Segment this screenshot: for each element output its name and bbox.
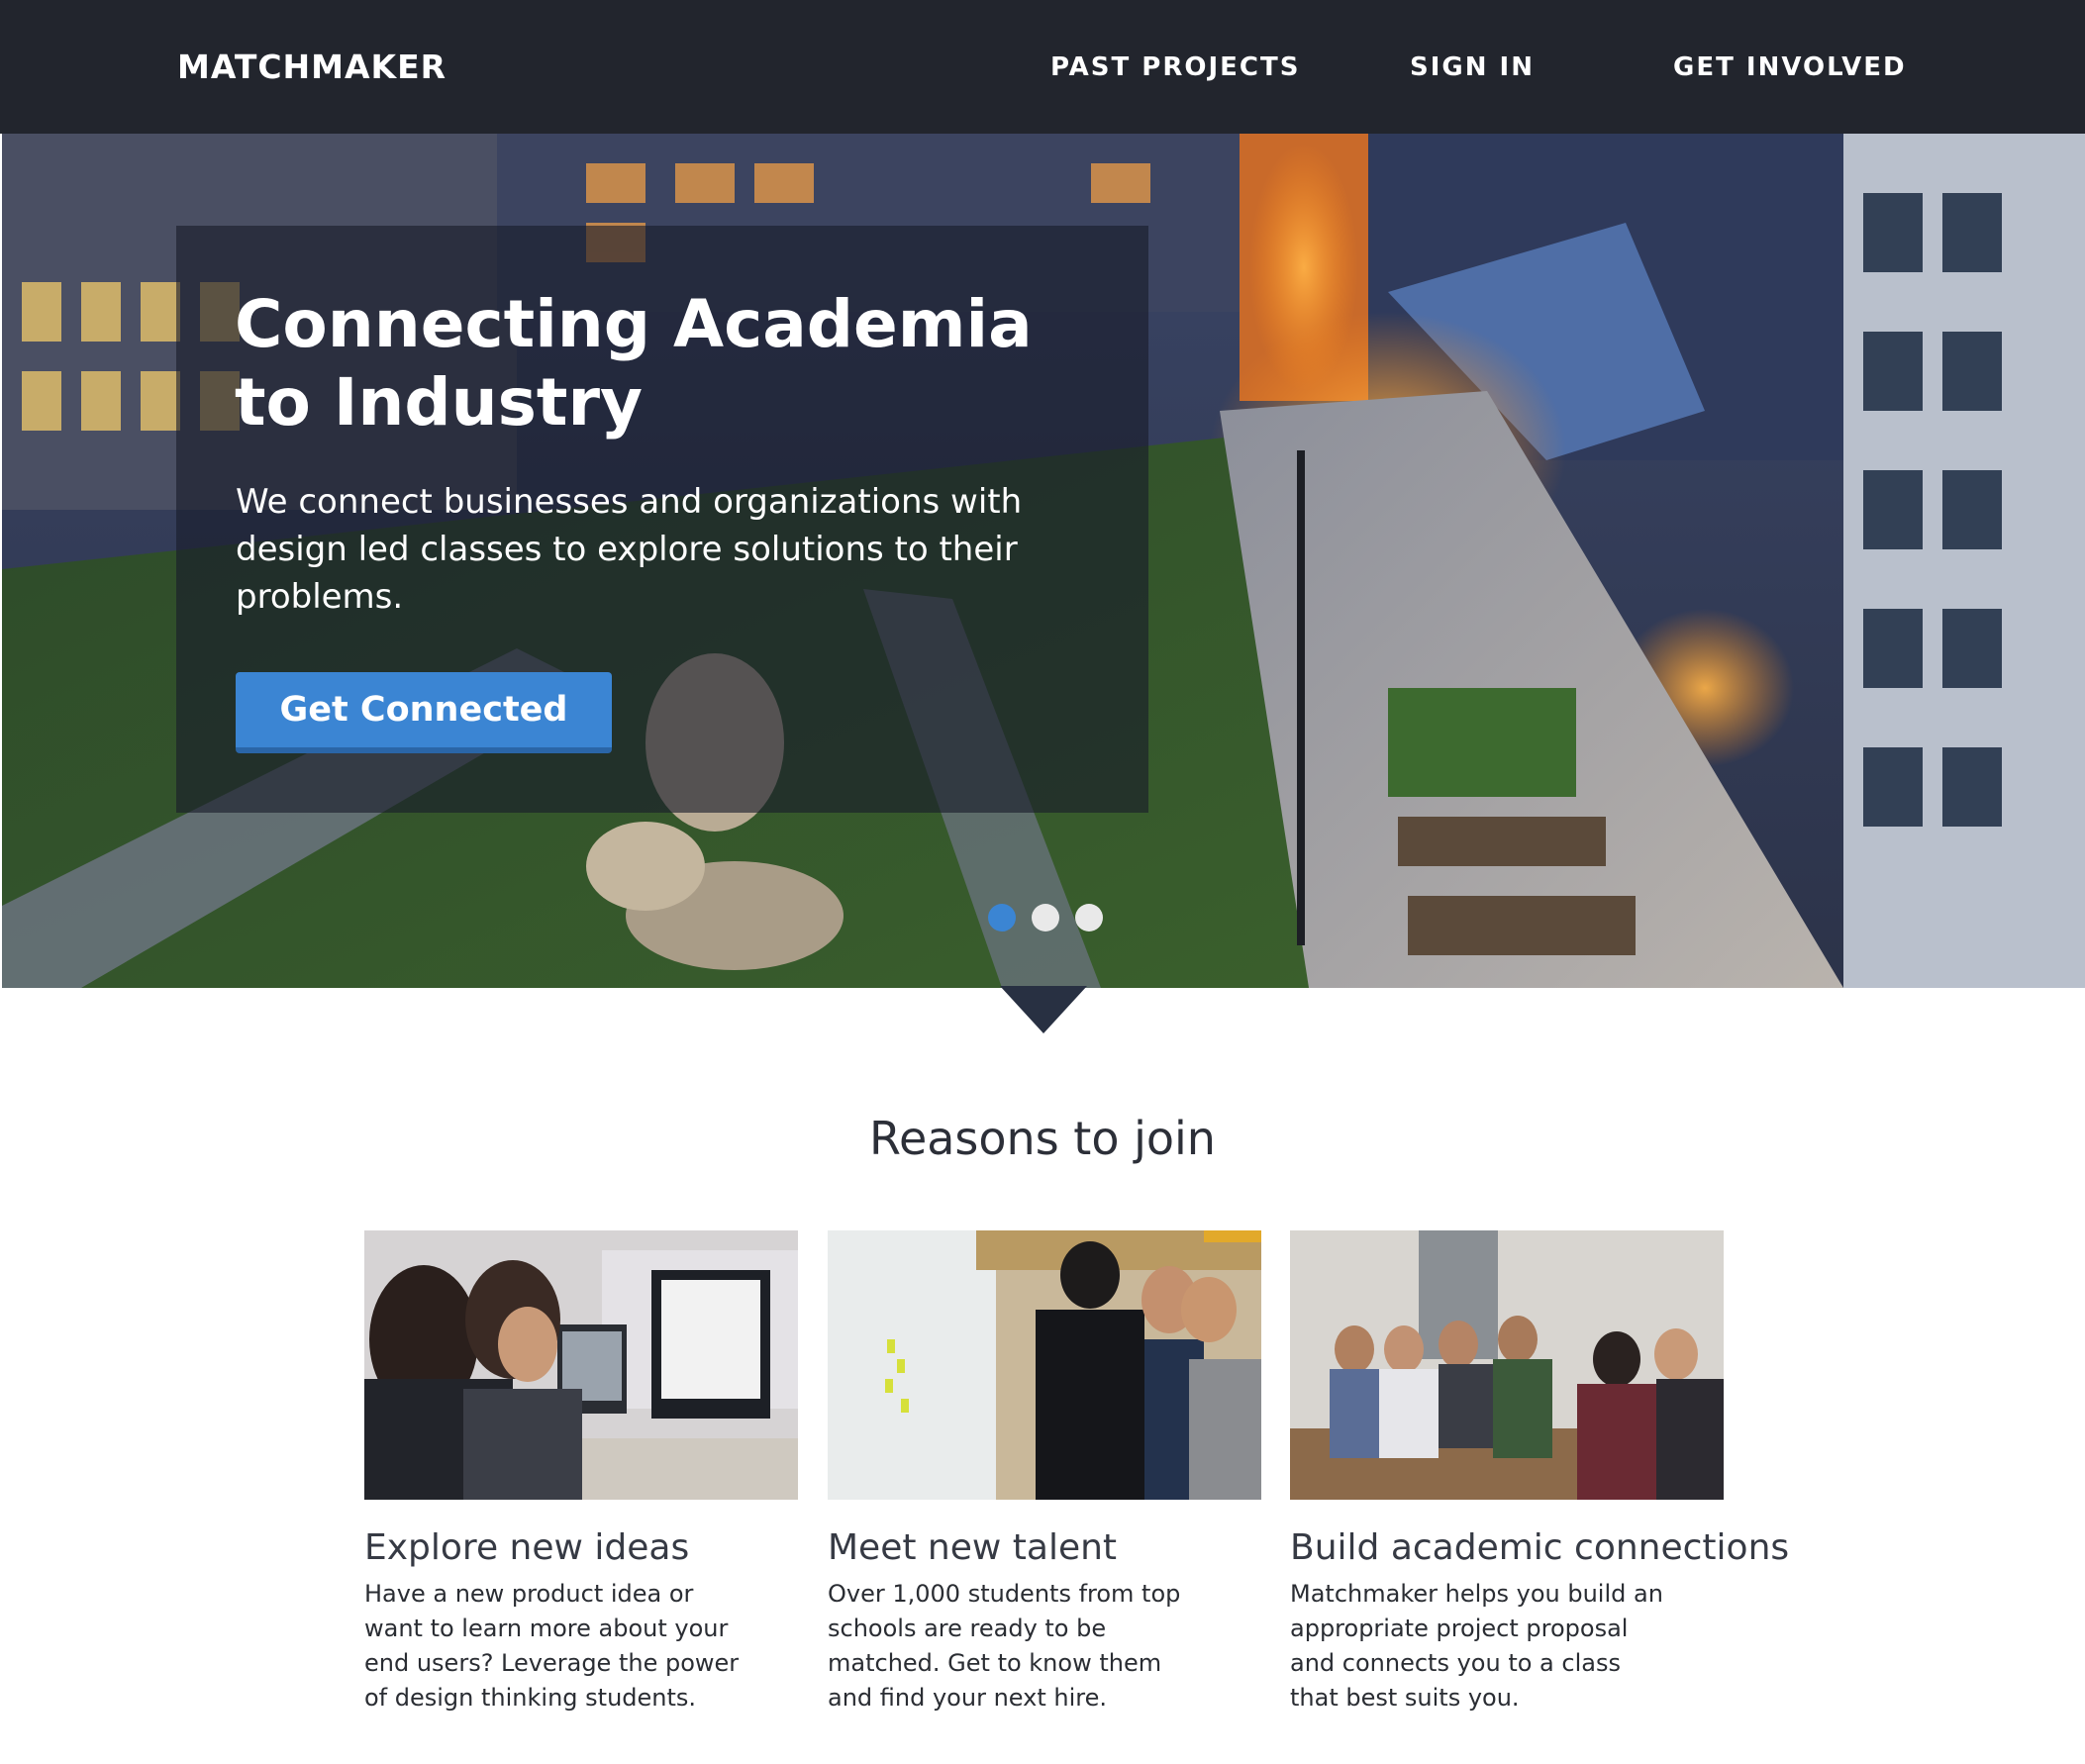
hero-section: Connecting Academia to Industry We conne… <box>2 134 2085 988</box>
reason-image-students-at-computers <box>364 1230 798 1500</box>
reason-card-connections: Build academic connections Matchmaker he… <box>1290 1230 1790 1715</box>
reason-image-classroom <box>1290 1230 1724 1500</box>
reason-title: Build academic connections <box>1290 1527 1790 1568</box>
reasons-heading: Reasons to join <box>869 1112 1216 1165</box>
reason-text: Matchmaker helps you build an appropriat… <box>1290 1580 1663 1712</box>
nav-link-sign-in[interactable]: SIGN IN <box>1410 51 1535 83</box>
hero-title: Connecting Academia to Industry <box>235 286 1033 441</box>
reason-image-students-at-whiteboard <box>828 1230 1261 1500</box>
hero-overlay-panel: Connecting Academia to Industry We conne… <box>176 226 1148 813</box>
reason-title: Explore new ideas <box>364 1527 690 1568</box>
carousel-dot-1-active[interactable] <box>988 904 1016 931</box>
get-connected-button[interactable]: Get Connected <box>236 672 612 753</box>
hero-pointer-arrow <box>1000 986 1087 1033</box>
top-nav: MATCHMAKER PAST PROJECTS SIGN IN GET INV… <box>0 0 2085 134</box>
reason-title: Meet new talent <box>828 1527 1118 1568</box>
carousel-dot-3[interactable] <box>1075 904 1103 931</box>
carousel-dot-2[interactable] <box>1032 904 1059 931</box>
nav-link-past-projects[interactable]: PAST PROJECTS <box>1050 51 1300 83</box>
nav-link-get-involved[interactable]: GET INVOLVED <box>1673 51 1907 83</box>
site-logo[interactable]: MATCHMAKER <box>177 48 447 87</box>
reason-card-talent: Meet new talent Over 1,000 students from… <box>828 1230 1293 1715</box>
reason-text: Over 1,000 students from top schools are… <box>828 1580 1181 1712</box>
reason-text: Have a new product idea or want to learn… <box>364 1580 740 1712</box>
reason-card-explore: Explore new ideas Have a new product ide… <box>364 1230 830 1715</box>
hero-subtitle: We connect businesses and organizations … <box>236 482 1023 617</box>
